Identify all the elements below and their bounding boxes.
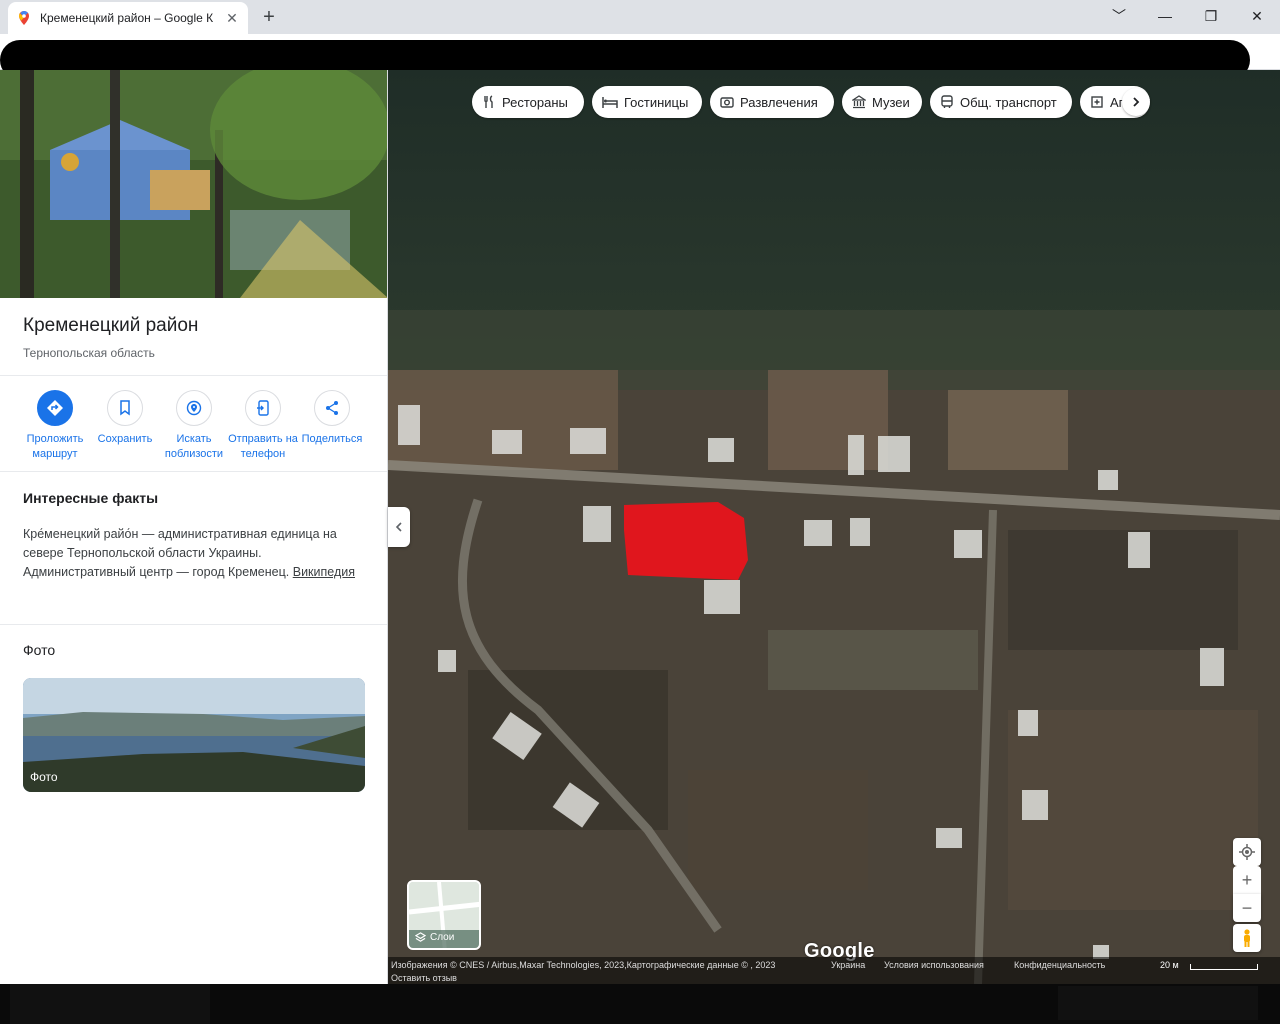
share-label: Поделиться [301,433,363,445]
google-maps-favicon-icon [19,11,29,25]
layers-icon [415,932,426,942]
nearby-label: Искать поблизости [164,433,224,460]
street-view-pegman-button[interactable] [1233,924,1261,952]
transit-icon [941,95,953,108]
maximize-button[interactable]: ❐ [1188,4,1234,28]
chevron-right-icon [1133,97,1140,107]
zoom-in-button[interactable]: + [1233,866,1261,894]
photos-heading: Фото [23,642,56,658]
chip-label: Развлечения [740,94,818,110]
hero-photo-image [0,70,387,298]
chevron-left-icon [395,522,402,532]
chip-entertainment[interactable]: Развлечения [710,86,834,118]
chip-label: Музеи [872,94,910,110]
camera-icon [720,97,734,108]
terms-link[interactable]: Условия использования [884,960,984,970]
close-window-button[interactable]: ✕ [1234,4,1280,28]
collapse-panel-button[interactable] [388,507,410,547]
pharmacy-icon [1091,96,1103,108]
hero-photo[interactable] [0,70,387,298]
chips-next-button[interactable] [1122,88,1150,116]
chip-hotels[interactable]: Гостиницы [592,86,702,118]
nearby-icon [186,400,202,416]
imagery-attribution: Изображения © CNES / Airbus,Maxar Techno… [391,960,776,970]
tab-close-icon[interactable]: ✕ [224,10,240,27]
zoom-out-button[interactable]: − [1233,894,1261,922]
photo-label: Фото [30,770,58,784]
layers-label: Слои [430,932,455,943]
save-button[interactable]: Сохранить [90,390,160,447]
tab-title: Кременецкий район – Google К [40,11,214,25]
feedback-link[interactable]: Оставить отзыв [391,973,457,983]
scale-label[interactable]: 20 м [1160,960,1179,970]
scale-bar [1190,964,1258,970]
redaction-taskbar-left [10,984,210,1024]
screen: Кременецкий район – Google К ✕ + ﹀ — ❐ ✕ [0,0,1280,1024]
hotel-icon [602,97,618,108]
redaction-taskbar-right [1058,986,1258,1020]
country-link[interactable]: Украина [831,960,865,970]
new-tab-button[interactable]: + [258,6,280,29]
send-to-phone-button[interactable]: Отправить на телефон [228,390,298,462]
my-location-button[interactable] [1233,838,1261,866]
place-title: Кременецкий район [23,315,199,336]
photo-thumbnail[interactable]: Фото [23,678,365,792]
send-to-phone-icon [257,400,269,416]
chip-label: Гостиницы [624,94,689,110]
bookmark-icon [120,400,130,416]
directions-icon [47,400,63,416]
photo-image [23,678,365,792]
nearby-button[interactable]: Искать поблизости [159,390,229,462]
pegman-icon [1244,929,1250,947]
facts-text: Кре́менецкий райо́н — административная е… [23,527,337,579]
browser-tab[interactable]: Кременецкий район – Google К ✕ [8,2,248,34]
directions-button[interactable]: Проложить маршрут [20,390,90,462]
send-to-phone-label: Отправить на телефон [228,433,298,460]
wikipedia-link[interactable]: Википедия [293,565,355,579]
privacy-link[interactable]: Конфиденциальность [1014,960,1105,970]
minimize-button[interactable]: — [1142,4,1188,28]
divider [0,624,387,625]
chip-restaurants[interactable]: Рестораны [472,86,584,118]
chip-transit[interactable]: Общ. транспорт [930,86,1072,118]
chip-label: Общ. транспорт [960,94,1057,110]
action-buttons: Проложить маршрут Сохранить Искать побли… [20,390,370,470]
satellite-map[interactable] [388,70,1280,984]
museum-icon [852,95,866,109]
save-label: Сохранить [97,433,153,445]
divider [0,471,387,472]
facts-heading: Интересные факты [23,490,159,506]
chip-label: Рестораны [502,94,568,110]
divider [0,375,387,376]
layers-toggle[interactable]: Слои [407,880,481,950]
browser-tabstrip: Кременецкий район – Google К ✕ + ﹀ — ❐ ✕ [0,0,1280,34]
tab-search-button[interactable]: ﹀ [1096,4,1142,28]
place-panel: Кременецкий район Тернопольская область … [0,70,388,984]
directions-label: Проложить маршрут [26,433,84,460]
share-button[interactable]: Поделиться [297,390,367,447]
place-subtitle: Тернопольская область [23,346,155,360]
facts-body: Кре́менецкий райо́н — административная е… [23,525,368,582]
share-icon [326,401,338,415]
my-location-icon [1239,844,1255,860]
restaurant-icon [484,95,493,108]
satellite-imagery[interactable] [388,70,1280,984]
chip-museums[interactable]: Музеи [842,86,922,118]
